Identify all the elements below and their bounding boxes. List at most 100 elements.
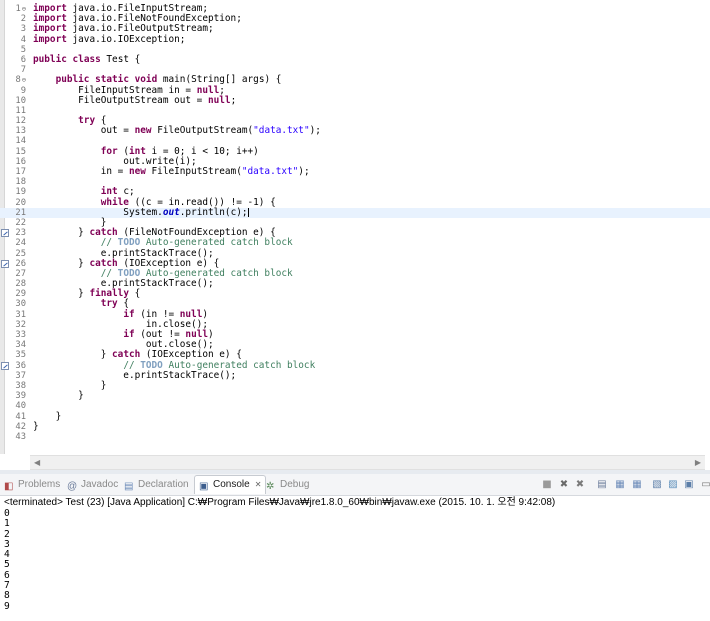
code-line[interactable]: 40	[0, 401, 710, 411]
line-number: 21	[15, 207, 26, 218]
code-token: java.io.IOException;	[66, 33, 186, 45]
code-line[interactable]: 41 }	[0, 411, 710, 422]
line-number: 42	[15, 421, 26, 432]
code-line[interactable]: 17 in = new FileInputStream("data.txt");	[0, 166, 710, 177]
show-stderr-icon[interactable]: ▦	[631, 479, 643, 491]
line-number: 16	[15, 156, 26, 167]
line-number: 35	[15, 350, 26, 361]
console-output-line: 7	[4, 580, 10, 592]
debug-icon: ✲	[266, 481, 275, 492]
code-text[interactable]: in = new FileInputStream("data.txt");	[33, 166, 310, 177]
code-token: );	[298, 166, 310, 177]
console-output-line: 5	[4, 559, 10, 571]
code-line[interactable]: 42}	[0, 421, 710, 432]
code-token: .println(c);	[179, 206, 248, 218]
code-text[interactable]: }	[33, 421, 39, 432]
line-number: 7	[20, 65, 26, 76]
console-output[interactable]: 0123456789	[4, 508, 704, 612]
horizontal-scrollbar[interactable]: ◀ ▶	[30, 455, 705, 470]
terminate-icon[interactable]: ■	[541, 479, 553, 491]
code-line[interactable]: 10 FileOutputStream out = null;	[0, 94, 710, 106]
fold-collapse-icon[interactable]: ⊖	[22, 76, 26, 84]
line-number: 20	[15, 197, 26, 208]
line-number: 4	[20, 34, 26, 45]
console-output-line: 9	[4, 600, 10, 612]
line-number: 25	[15, 248, 26, 259]
tab-label: Declaration	[138, 479, 189, 490]
line-number: 3	[20, 24, 26, 35]
line-number: 8⊖	[15, 75, 26, 86]
open-console-icon[interactable]: ▣	[683, 479, 695, 491]
line-number: 37	[15, 370, 26, 381]
code-text[interactable]: public class Test {	[33, 53, 141, 65]
tab-problems[interactable]: ◧ Problems	[4, 476, 60, 494]
line-number: 9	[20, 85, 26, 96]
code-token: out	[162, 206, 180, 218]
line-number: 28	[15, 279, 26, 290]
line-number: 33	[15, 330, 26, 340]
remove-launch-icon[interactable]: ✖	[558, 479, 570, 491]
code-token: }	[33, 390, 84, 402]
line-number: 27	[15, 268, 26, 279]
line-number: 24	[15, 238, 26, 249]
tab-declaration[interactable]: ▤ Declaration	[124, 476, 189, 494]
code-token: in =	[33, 166, 129, 177]
code-line[interactable]: 13 out = new FileOutputStream("data.txt"…	[0, 126, 710, 137]
line-number: 31	[15, 309, 26, 320]
code-line[interactable]: 4 import java.io.IOException;	[0, 33, 710, 45]
minimize-icon[interactable]: ▭	[700, 479, 710, 491]
scroll-left-icon[interactable]: ◀	[34, 456, 40, 469]
code-token: FileOutputStream(	[151, 125, 254, 137]
code-line[interactable]: 6 public class Test {	[0, 53, 710, 65]
line-number: 18	[15, 177, 26, 188]
line-number: 19	[15, 187, 26, 198]
line-number: 15	[15, 146, 26, 157]
line-number: 17	[15, 167, 26, 177]
code-token: "data.txt"	[253, 125, 310, 137]
pin-console-icon[interactable]: ▧	[651, 479, 663, 491]
code-line[interactable]: 39 }	[0, 391, 710, 402]
fold-collapse-icon[interactable]: ⊖	[22, 5, 26, 13]
code-lines[interactable]: 1⊖ import java.io.FileInputStream; 2 import…	[0, 3, 710, 442]
line-number: 34	[15, 340, 26, 351]
line-number: 23	[15, 228, 26, 239]
problems-icon: ◧	[4, 481, 14, 492]
console-output-line: 6	[4, 569, 10, 581]
code-token: null	[207, 94, 231, 106]
code-token: class	[72, 53, 101, 65]
console-output-line: 2	[4, 528, 10, 540]
line-number: 38	[15, 380, 26, 391]
console-output-line: 1	[4, 518, 10, 530]
code-token: new	[128, 166, 146, 177]
line-number: 5	[20, 44, 26, 55]
tab-javadoc[interactable]: @ Javadoc	[67, 476, 118, 494]
code-line[interactable]: 43	[0, 432, 710, 442]
console-output-line: 8	[4, 590, 10, 602]
remove-all-icon[interactable]: ✖	[574, 479, 586, 491]
code-token: import	[33, 33, 67, 45]
tab-debug[interactable]: ✲ Debug	[266, 476, 309, 494]
console-icon: ▣	[199, 481, 209, 492]
line-number: 22	[15, 217, 26, 228]
javadoc-icon: @	[67, 481, 78, 492]
display-console-icon[interactable]: ▨	[667, 479, 679, 491]
console-output-line: 0	[4, 508, 10, 519]
scroll-lock-icon[interactable]: ▤	[596, 479, 608, 491]
code-line[interactable]: 38 }	[0, 380, 710, 391]
code-token: Test {	[100, 53, 141, 65]
code-token: );	[309, 125, 321, 137]
code-line[interactable]: 11	[0, 106, 710, 116]
line-number: 32	[15, 319, 26, 330]
show-stdout-icon[interactable]: ▦	[614, 479, 626, 491]
code-text[interactable]: }	[33, 391, 84, 401]
code-line[interactable]: 21 System.out.println(c);	[0, 206, 710, 218]
tab-console[interactable]: ▣ Console ✕	[194, 475, 267, 494]
scroll-right-icon[interactable]: ▶	[695, 456, 701, 469]
code-text[interactable]: import java.io.IOException;	[33, 33, 186, 45]
code-line[interactable]: 37 e.printStackTrace();	[0, 370, 710, 381]
line-number: 36	[15, 360, 26, 371]
code-text[interactable]: FileOutputStream out = null;	[33, 94, 236, 106]
close-tab-icon[interactable]: ✕	[255, 480, 262, 489]
code-text[interactable]: out = new FileOutputStream("data.txt");	[33, 126, 321, 136]
code-editor[interactable]: 1⊖ import java.io.FileInputStream; 2 import…	[0, 0, 710, 470]
